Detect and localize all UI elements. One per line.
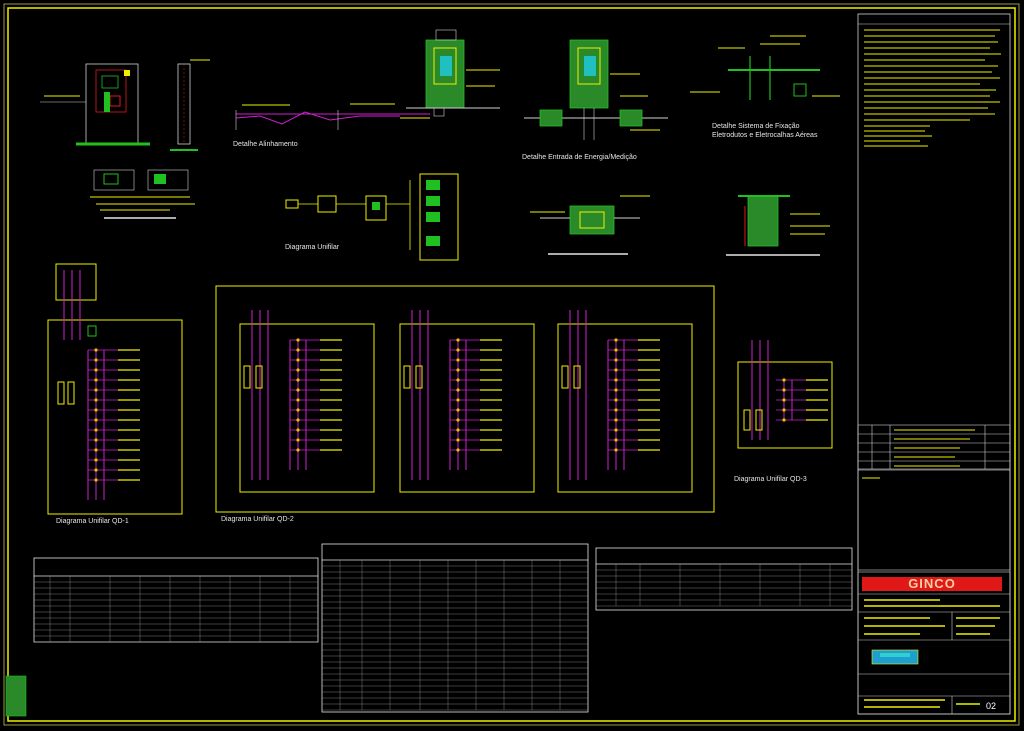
junction-dot xyxy=(296,398,300,402)
junction-dot xyxy=(782,408,786,412)
junction-dot xyxy=(296,348,300,352)
junction-dot xyxy=(94,428,98,432)
junction-dot xyxy=(614,408,618,412)
ground-detail xyxy=(726,195,830,256)
sheet-number: 02 xyxy=(986,701,997,711)
load-table-qd3-rows xyxy=(596,564,852,607)
layer-swatch xyxy=(5,675,27,717)
brand-logo: GINCO xyxy=(862,577,1002,591)
junction-dot xyxy=(614,338,618,342)
junction-dot xyxy=(94,418,98,422)
cabinet-detail xyxy=(40,59,210,151)
junction-dot xyxy=(456,398,460,402)
junction-dot xyxy=(456,368,460,372)
caption-alinhamento: Detalhe Alinhamento xyxy=(233,141,298,148)
junction-dot xyxy=(296,448,300,452)
junction-dot xyxy=(94,458,98,462)
caption-qd3: Diagrama Unifilar QD-3 xyxy=(734,476,807,483)
junction-dot xyxy=(296,418,300,422)
panel-qd1 xyxy=(47,263,183,515)
junction-dot xyxy=(94,398,98,402)
panel-qd2c xyxy=(557,310,693,493)
cad-drawing-sheet xyxy=(3,3,1020,726)
fixing-system-detail xyxy=(690,35,840,100)
junction-dot xyxy=(296,378,300,382)
caption-fixacao-2: Eletrodutos e Eletrocalhas Aéreas xyxy=(712,132,818,139)
junction-dot xyxy=(296,368,300,372)
junction-dot xyxy=(94,368,98,372)
junction-dot xyxy=(782,378,786,382)
junction-dot xyxy=(456,358,460,362)
junction-dot xyxy=(456,348,460,352)
junction-dot xyxy=(296,388,300,392)
junction-dot xyxy=(614,348,618,352)
junction-dot xyxy=(94,478,98,482)
junction-dot xyxy=(614,358,618,362)
junction-dot xyxy=(614,388,618,392)
junction-dot xyxy=(94,348,98,352)
small-ground-detail xyxy=(90,169,195,219)
junction-dot xyxy=(296,338,300,342)
caption-qd2: Diagrama Unifilar QD-2 xyxy=(221,516,294,523)
panel-qd3 xyxy=(737,340,833,449)
junction-dot xyxy=(94,438,98,442)
junction-dot xyxy=(456,448,460,452)
junction-dot xyxy=(94,388,98,392)
alignment-detail xyxy=(235,103,430,130)
panel-qd2b xyxy=(399,310,535,493)
junction-dot xyxy=(94,408,98,412)
load-table-qd1-rows xyxy=(34,576,318,643)
junction-dot xyxy=(94,448,98,452)
junction-dot xyxy=(296,438,300,442)
passage-box-detail xyxy=(530,195,650,255)
junction-dot xyxy=(782,418,786,422)
panel-qd2-frame xyxy=(215,285,715,513)
title-block xyxy=(857,13,1011,715)
junction-dot xyxy=(614,418,618,422)
junction-dot xyxy=(614,398,618,402)
junction-dot xyxy=(614,428,618,432)
junction-dot xyxy=(456,438,460,442)
junction-dot xyxy=(614,438,618,442)
junction-dot xyxy=(296,428,300,432)
junction-dot xyxy=(614,378,618,382)
junction-dot xyxy=(94,378,98,382)
sheet-border xyxy=(3,3,1020,726)
junction-dot xyxy=(296,408,300,412)
caption-unifilar: Diagrama Unifilar xyxy=(285,244,340,251)
junction-dot xyxy=(456,338,460,342)
junction-dot xyxy=(456,388,460,392)
load-table-qd3 xyxy=(595,547,853,611)
junction-dot xyxy=(456,378,460,382)
load-table-qd2-rows xyxy=(322,560,588,711)
caption-fixacao-1: Detalhe Sistema de Fixação xyxy=(712,123,800,130)
junction-dot xyxy=(782,388,786,392)
junction-dot xyxy=(94,358,98,362)
caption-entrada: Detalhe Entrada de Energia/Medição xyxy=(522,154,637,161)
measurement-detail xyxy=(524,39,668,140)
junction-dot xyxy=(456,408,460,412)
junction-dot xyxy=(782,398,786,402)
junction-dot xyxy=(614,368,618,372)
junction-dot xyxy=(94,468,98,472)
entrance-detail xyxy=(400,29,500,119)
junction-dot xyxy=(456,418,460,422)
junction-dot xyxy=(614,448,618,452)
caption-qd1: Diagrama Unifilar QD-1 xyxy=(56,518,129,525)
junction-dot xyxy=(456,428,460,432)
junction-dot xyxy=(296,358,300,362)
panel-qd2a xyxy=(239,310,375,493)
